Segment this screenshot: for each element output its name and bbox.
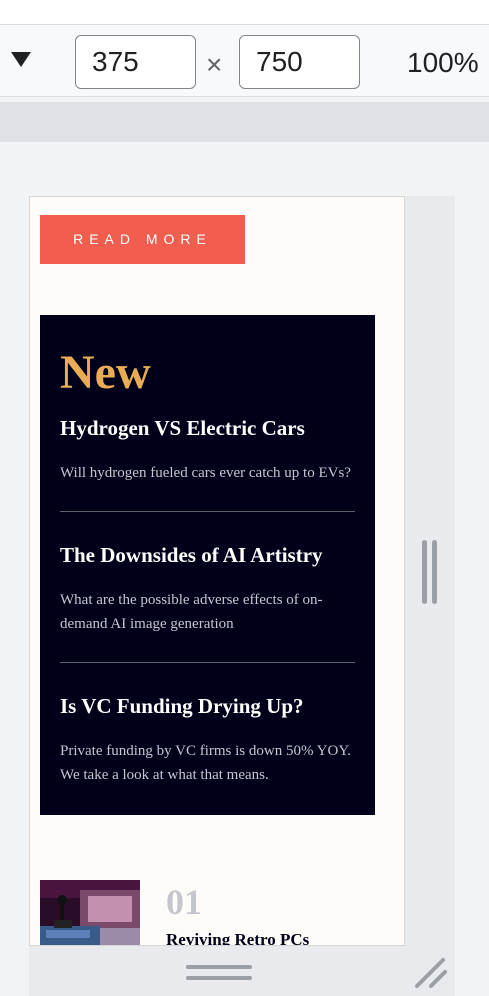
retro-pc-thumbnail[interactable] — [40, 880, 140, 945]
media-query-bar — [0, 102, 489, 142]
article-title[interactable]: Reviving Retro PCs — [166, 930, 309, 945]
zoom-dropdown[interactable]: 100% — [407, 47, 479, 79]
dimension-separator: × — [206, 49, 223, 80]
height-input[interactable]: 750 — [239, 35, 360, 89]
news-item[interactable]: Is VC Funding Drying Up? Private funding… — [60, 693, 355, 813]
news-item[interactable]: Hydrogen VS Electric Cars Will hydrogen … — [60, 415, 355, 512]
article-number: 01 — [166, 882, 202, 922]
news-item-title[interactable]: Is VC Funding Drying Up? — [60, 693, 355, 719]
top-strip — [0, 0, 489, 24]
news-item-text: Will hydrogen fueled cars ever catch up … — [60, 465, 351, 481]
device-dropdown-arrow-icon[interactable] — [11, 52, 31, 67]
new-articles-panel: New Hydrogen VS Electric Cars Will hydro… — [40, 315, 375, 815]
grip-bar — [432, 540, 437, 604]
article-card[interactable]: 01 Reviving Retro PCs — [40, 880, 380, 945]
width-input[interactable]: 375 — [75, 35, 196, 89]
grip-bar — [186, 976, 252, 980]
read-more-button[interactable]: READ MORE — [40, 215, 245, 264]
news-item-title[interactable]: Hydrogen VS Electric Cars — [60, 415, 355, 441]
device-toolbar: 375 × 750 100% — [0, 24, 489, 97]
grip-bar — [422, 540, 427, 604]
news-heading: New — [60, 346, 151, 399]
news-item[interactable]: The Downsides of AI Artistry What are th… — [60, 542, 355, 663]
news-item-text: Private funding by VC firms is down 50% … — [60, 743, 351, 783]
news-item-title[interactable]: The Downsides of AI Artistry — [60, 542, 355, 568]
grip-bar — [186, 965, 252, 969]
news-item-text: What are the possible adverse effects of… — [60, 592, 323, 632]
emulated-viewport: READ MORE New Hydrogen VS Electric Cars … — [29, 196, 405, 946]
corner-resize-icon[interactable] — [413, 954, 449, 990]
bottom-resize-handle[interactable] — [29, 946, 455, 996]
right-resize-handle[interactable] — [405, 196, 455, 946]
